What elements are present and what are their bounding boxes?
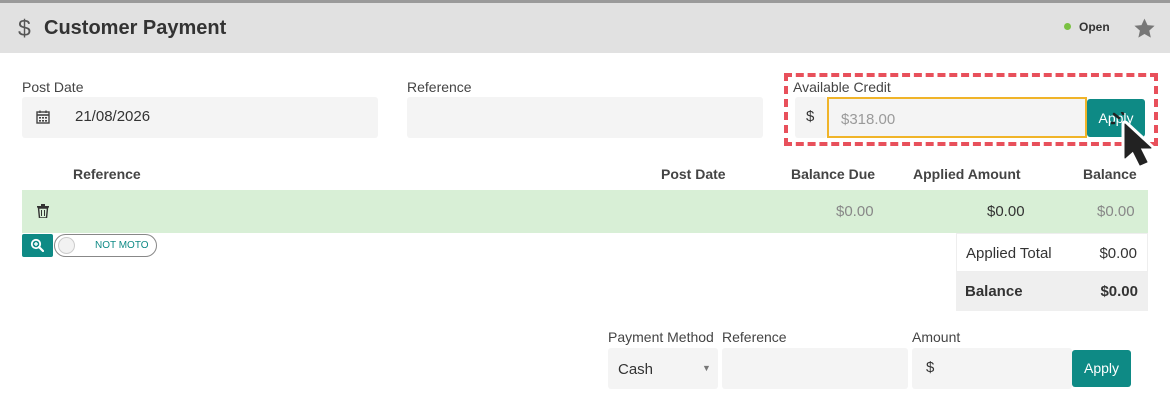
totals-panel: Applied Total $0.00 Balance $0.00 [956, 233, 1148, 311]
status-text: Open [1079, 20, 1110, 34]
mouse-cursor-icon [1111, 112, 1155, 169]
zoom-in-icon [30, 238, 44, 252]
credit-currency-prefix: $ [795, 97, 827, 138]
payment-method-select[interactable]: Cash ▼ [608, 348, 718, 389]
reference-input[interactable] [407, 97, 763, 138]
amount-label: Amount [912, 329, 961, 345]
balance-row: Balance $0.00 [956, 272, 1148, 311]
trash-icon[interactable] [37, 204, 49, 218]
post-date-value: 21/08/2026 [75, 108, 151, 125]
row-balance: $0.00 [1097, 203, 1135, 220]
dollar-icon: $ [18, 15, 31, 41]
post-date-input[interactable]: 21/08/2026 [22, 97, 378, 138]
status-dot-icon [1064, 23, 1071, 30]
dropdown-caret-icon: ▼ [702, 363, 711, 373]
post-date-label: Post Date [22, 79, 84, 95]
balance-value: $0.00 [1100, 283, 1138, 300]
applied-total-row: Applied Total $0.00 [956, 233, 1148, 272]
status-badge: Open [1064, 20, 1110, 34]
applied-total-label: Applied Total [966, 245, 1052, 262]
available-credit-input[interactable]: $318.00 [827, 97, 1087, 138]
apply-payment-button[interactable]: Apply [1072, 350, 1131, 387]
moto-toggle-label: NOT MOTO [95, 240, 149, 251]
column-header-reference: Reference [73, 166, 141, 182]
payment-reference-input[interactable] [722, 348, 908, 389]
payment-method-value: Cash [618, 361, 654, 378]
amount-input[interactable]: $ [912, 348, 1072, 389]
zoom-button[interactable] [22, 234, 53, 257]
row-balance-due: $0.00 [836, 203, 874, 220]
credit-currency-symbol: $ [806, 108, 815, 125]
column-header-balance: Balance [1083, 166, 1137, 182]
applied-total-value: $0.00 [1099, 245, 1137, 262]
column-header-balance-due: Balance Due [791, 166, 876, 182]
column-header-applied-amount: Applied Amount [913, 166, 1021, 182]
amount-currency-prefix: $ [926, 359, 935, 376]
balance-label: Balance [965, 283, 1023, 300]
star-icon[interactable] [1132, 16, 1157, 41]
toggle-knob [58, 237, 75, 254]
reference-label: Reference [407, 79, 472, 95]
page-header: $ Customer Payment Open [0, 0, 1170, 53]
available-credit-label: Available Credit [793, 79, 891, 95]
moto-toggle[interactable]: NOT MOTO [54, 234, 157, 257]
page-title: Customer Payment [44, 17, 227, 39]
payment-method-label: Payment Method [608, 329, 714, 345]
available-credit-placeholder: $318.00 [841, 111, 896, 128]
calendar-icon [36, 110, 50, 124]
table-row: $0.00 $0.00 $0.00 [22, 190, 1148, 233]
payment-reference-label: Reference [722, 329, 787, 345]
column-header-post-date: Post Date [661, 166, 726, 182]
row-applied-amount[interactable]: $0.00 [987, 203, 1025, 220]
